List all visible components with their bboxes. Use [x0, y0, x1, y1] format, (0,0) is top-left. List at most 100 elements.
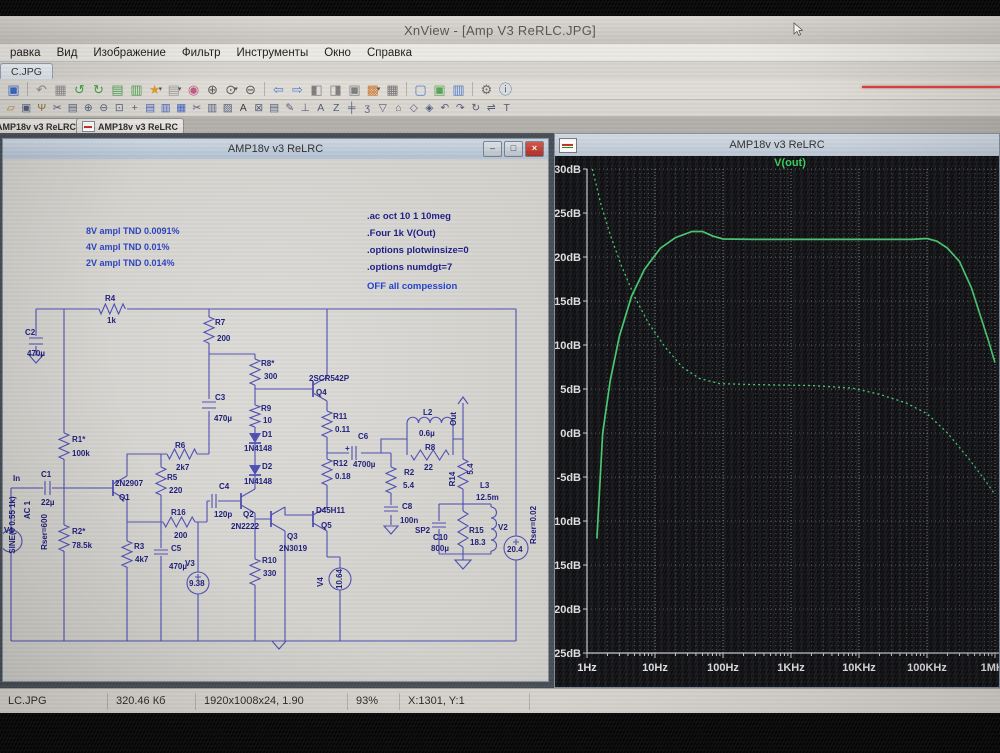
image-tab[interactable]: C.JPG — [0, 63, 53, 80]
menu-item-Справка[interactable]: Справка — [359, 47, 420, 59]
prev-image-icon[interactable]: ▤ — [108, 80, 127, 98]
component-label: 10 — [263, 416, 272, 425]
settings-icon[interactable]: ⚙ — [477, 80, 496, 98]
next-image-icon[interactable]: ▥ — [127, 80, 146, 98]
resistor-glyph: Z — [333, 101, 340, 114]
probe-icon[interactable]: Ψ — [34, 101, 50, 116]
save-icon[interactable]: ▣ — [19, 101, 35, 116]
zoom-in-icon[interactable]: ⊕ — [81, 101, 97, 116]
copy-icon[interactable]: ▤ — [65, 101, 81, 116]
ltspice-mdi-area: AMP18v v3 ReLRC – □ × R4 1k C2 470µ R1* … — [0, 133, 1000, 688]
component-label: 0.6µ — [419, 429, 435, 438]
zoom-out-icon[interactable]: ⊖ — [96, 101, 112, 116]
component-label: R5 — [167, 473, 178, 482]
menu-item-Инструменты[interactable]: Инструменты — [229, 47, 317, 59]
minimize-button[interactable]: – — [483, 141, 502, 157]
fit-height-icon[interactable]: ◨ — [326, 80, 345, 98]
pan-icon[interactable]: + — [127, 101, 143, 116]
forward-icon[interactable]: ⇨ — [288, 80, 307, 98]
component-label: R11 — [333, 412, 348, 421]
undo-icon[interactable]: ↶ — [437, 101, 453, 116]
ltspice-tab-2[interactable]: AMP18v v3 ReLRC — [76, 118, 184, 134]
zoom-actual-icon[interactable]: ⊙ ▾ — [222, 80, 241, 98]
menu-item-Изображение[interactable]: Изображение — [85, 47, 173, 59]
find-glyph: A — [239, 101, 247, 114]
paste-icon[interactable]: ▨ — [220, 101, 236, 116]
rotate-icon[interactable]: ↻ — [468, 101, 484, 116]
zoom-out-icon[interactable]: ⊖ — [241, 80, 260, 98]
rotate-right-glyph: ↻ — [93, 81, 104, 97]
rotate-left-icon[interactable]: ↺ — [70, 80, 89, 98]
wire-icon[interactable]: ✎ — [282, 101, 298, 116]
label-icon[interactable]: A — [313, 101, 329, 116]
waveform-window-title: AMP18v v3 ReLRC — [729, 139, 825, 151]
component-label: 220 — [169, 486, 183, 495]
mirror-icon[interactable]: ⇌ — [484, 101, 500, 116]
redo-icon[interactable]: ↷ — [453, 101, 469, 116]
thumbnails-icon[interactable]: ▩ ▾ — [364, 80, 383, 98]
component-label: C2 — [25, 328, 36, 337]
resistor-icon[interactable]: Z — [329, 101, 345, 116]
tile-vertical-icon[interactable]: ▥ — [158, 101, 174, 116]
print-icon[interactable]: ▦ — [383, 80, 402, 98]
zoom-full-icon[interactable]: ⊡ — [112, 101, 128, 116]
move-icon[interactable]: ◇ — [406, 101, 422, 116]
maximize-button[interactable]: □ — [504, 141, 523, 157]
component-label: 5.4 — [466, 463, 475, 475]
x-axis-tick-label: 10KHz — [842, 662, 876, 674]
bode-plot[interactable]: 30dB25dB20dB15dB10dB5dB0dB-5dB-10dB-15dB… — [555, 156, 999, 687]
rotate-right-icon[interactable]: ↻ — [89, 80, 108, 98]
trace-label[interactable]: V(out) — [555, 157, 999, 169]
schematic-window-titlebar[interactable]: AMP18v v3 ReLRC – □ × — [3, 139, 548, 160]
scissors-icon[interactable]: ✂ — [50, 101, 66, 116]
fullscreen-icon[interactable]: ▣ — [345, 80, 364, 98]
inductor-icon[interactable]: ʒ — [360, 101, 376, 116]
close-button[interactable]: × — [525, 141, 544, 157]
cut-icon[interactable]: ✂ — [189, 101, 205, 116]
component-label: V4 — [316, 577, 325, 587]
save-glyph: ▣ — [7, 81, 20, 97]
cascade-icon[interactable]: ▦ — [174, 101, 190, 116]
edit-image-icon[interactable]: ▣ — [430, 80, 449, 98]
schematic-window-title: AMP18v v3 ReLRC — [227, 143, 324, 155]
copy2-icon[interactable]: ▥ — [205, 101, 221, 116]
save-icon[interactable]: ▣ — [4, 80, 23, 98]
print-icon[interactable]: ▤ — [267, 101, 283, 116]
display-icon[interactable]: ▥ — [449, 80, 468, 98]
crop-icon[interactable]: ▦ — [51, 80, 70, 98]
back-icon[interactable]: ⇦ — [269, 80, 288, 98]
x-axis-tick-label: 100Hz — [707, 662, 739, 674]
undo-icon[interactable]: ↶ — [32, 80, 51, 98]
zoom-in-icon[interactable]: ⊕ — [203, 80, 222, 98]
image-menu-icon[interactable]: ▤ ▾ — [165, 80, 184, 98]
ltspice-tab-1[interactable]: AMP18v v3 ReLRC — [0, 118, 84, 134]
capacitor-icon[interactable]: ╪ — [344, 101, 360, 116]
ground-icon[interactable]: ⊥ — [298, 101, 314, 116]
drag-icon[interactable]: ◈ — [422, 101, 438, 116]
text-icon[interactable]: T — [499, 101, 515, 116]
favorites-icon[interactable]: ★ ▾ — [146, 80, 165, 98]
find-icon[interactable]: A — [236, 101, 252, 116]
waveform-window-titlebar[interactable]: AMP18v v3 ReLRC — [555, 134, 999, 157]
component-label: 5.4 — [403, 481, 415, 490]
spice-annotation: .options numdgt=7 — [367, 262, 452, 273]
slideshow-icon[interactable]: ◉ — [184, 80, 203, 98]
menu-item-Фильтр[interactable]: Фильтр — [174, 47, 229, 59]
mouse-cursor — [793, 22, 804, 36]
component-label: 22µ — [41, 498, 55, 507]
status-segment-5: X:1301, Y:1 — [400, 692, 530, 710]
schematic-canvas[interactable]: R4 1k C2 470µ R1* 100k R2* 78.5k In C1 22µ V1 2N2907… — [3, 159, 548, 681]
component-icon[interactable]: ⌂ — [391, 101, 407, 116]
xnview-titlebar[interactable]: XnView - [Amp V3 ReRLC.JPG] — [0, 16, 1000, 45]
browse-icon[interactable]: ▢ — [411, 80, 430, 98]
open-icon[interactable]: ▱ — [3, 101, 19, 116]
component-label: C4 — [219, 482, 230, 491]
menu-item-Окно[interactable]: Окно — [316, 47, 359, 59]
lock-icon[interactable]: ⊠ — [251, 101, 267, 116]
diode-icon[interactable]: ▽ — [375, 101, 391, 116]
info-icon[interactable]: ⓘ — [496, 80, 515, 98]
menu-item-равка[interactable]: равка — [2, 47, 49, 59]
menu-item-Вид[interactable]: Вид — [49, 47, 86, 59]
tile-horizontal-icon[interactable]: ▤ — [143, 101, 159, 116]
fit-width-icon[interactable]: ◧ — [307, 80, 326, 98]
